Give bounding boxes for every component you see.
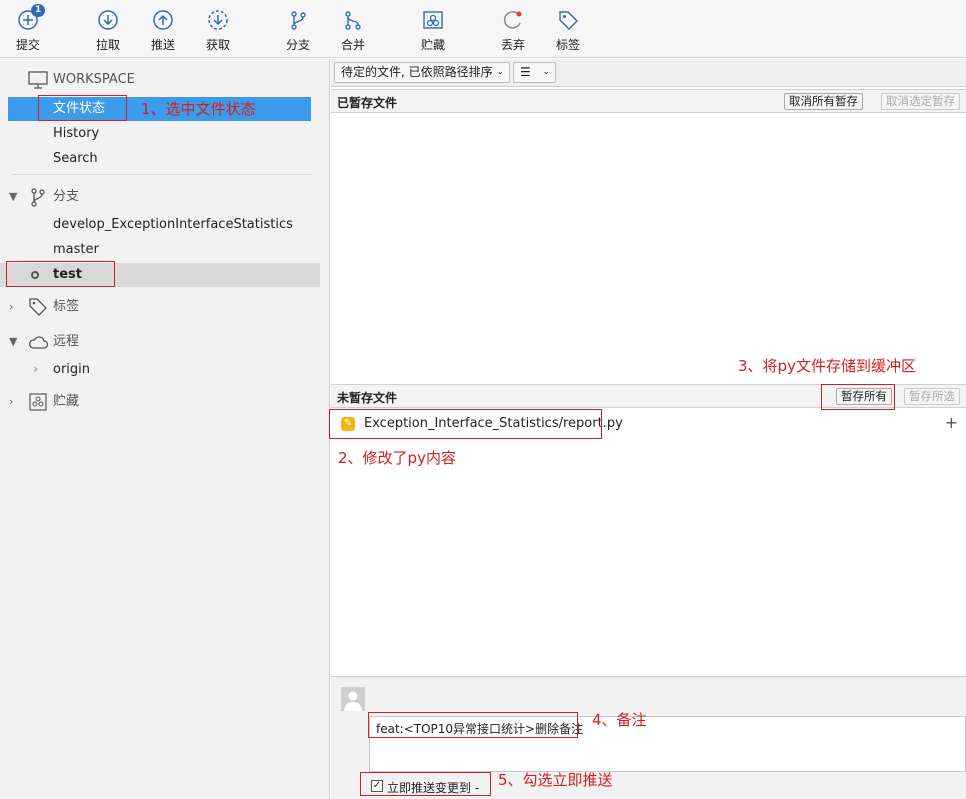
unstaged-title: 未暂存文件 [337,391,398,405]
merge-label: 合并 [340,38,365,52]
remote-name: origin [53,362,91,377]
fetch-label: 获取 [205,38,230,52]
merge-button[interactable]: 合并 [329,6,377,53]
search-label: Search [53,151,98,166]
filter-bar: 待定的文件, 已依照路径排序 ⌄ ☰ ⌄ [331,59,966,87]
workspace-label: WORKSPACE [53,72,135,87]
chevron-down-icon: ▼ [9,335,18,348]
chevron-down-icon: ⌄ [542,67,550,77]
sidebar-item-search[interactable]: Search [0,147,320,171]
unstage-selected-button[interactable]: 取消选定暂存 [881,93,960,110]
pull-button[interactable]: 拉取 [84,6,132,53]
monitor-icon [28,71,48,89]
annotation-box-message [368,712,578,738]
chevron-down-icon: ⌄ [496,67,504,77]
annotation-2: 2、修改了py内容 [338,449,456,467]
commit-count-badge: 1 [31,4,46,17]
staged-header: 已暂存文件 取消所有暂存 取消选定暂存 [331,89,966,113]
sidebar: WORKSPACE 文件状态 History Search ▼ 分支 devel… [0,59,330,799]
unstage-all-button[interactable]: 取消所有暂存 [784,93,863,110]
branches-header[interactable]: ▼ 分支 [0,185,320,209]
stash-button[interactable]: 贮藏 [409,6,457,53]
tags-label: 标签 [53,299,80,314]
sidebar-divider [12,174,312,175]
branch-label: 分支 [285,38,310,52]
branch-button[interactable]: 分支 [274,6,322,53]
sidebar-item-remote[interactable]: › origin [0,358,320,382]
sidebar-item-branch[interactable]: develop_ExceptionInterfaceStatistics [0,213,320,237]
staged-title: 已暂存文件 [337,96,398,110]
avatar [341,687,365,711]
stage-selected-button[interactable]: 暂存所选 [904,388,960,405]
annotation-box-file-status [38,95,127,121]
remotes-label: 远程 [53,334,80,349]
stash-icon [29,393,47,411]
push-icon [153,10,173,30]
fetch-button[interactable]: 获取 [194,6,242,53]
history-label: History [53,126,100,141]
sort-dropdown[interactable]: 待定的文件, 已依照路径排序 ⌄ [334,62,510,83]
commit-button[interactable]: 1 提交 [4,4,52,53]
annotation-1: 1、选中文件状态 [141,100,256,118]
stashes-header[interactable]: › 贮藏 [0,390,320,414]
stage-file-plus-icon[interactable]: + [945,413,958,432]
user-icon [344,691,362,711]
annotation-box-file [329,409,602,439]
discard-icon [503,11,522,29]
annotation-box-push [360,772,491,796]
tag-icon [559,11,578,30]
stash-icon [423,11,443,29]
annotation-5: 5、勾选立即推送 [498,771,613,789]
chevron-right-icon: › [9,300,14,313]
pull-label: 拉取 [95,38,120,52]
tag-icon [29,298,47,316]
tag-button[interactable]: 标签 [544,6,592,53]
stash-label: 贮藏 [420,38,445,52]
branch-icon [291,11,306,30]
push-button[interactable]: 推送 [139,6,187,53]
sidebar-item-history[interactable]: History [0,122,320,146]
sidebar-item-branch[interactable]: master [0,238,320,262]
toolbar: 1 提交 拉取 推送 获取 分支 合并 贮藏 丢弃 标签 [0,0,966,58]
discard-button[interactable]: 丢弃 [489,6,537,53]
stashes-label: 贮藏 [53,394,80,409]
annotation-box-branch [6,261,115,287]
tag-label: 标签 [555,38,580,52]
branch-icon [31,188,45,207]
annotation-3: 3、将py文件存储到缓冲区 [738,357,916,375]
sort-label: 待定的文件, 已依照路径排序 [341,65,493,79]
annotation-4: 4、备注 [592,711,647,729]
push-label: 推送 [150,38,175,52]
list-icon: ☰ [520,65,531,79]
branch-name: master [53,242,99,257]
merge-icon [345,11,361,30]
branches-label: 分支 [53,189,80,204]
remotes-header[interactable]: ▼ 远程 [0,330,320,354]
workspace-header: WORKSPACE [0,68,320,92]
tags-header[interactable]: › 标签 [0,295,320,319]
staged-file-list [331,114,966,382]
commit-label: 提交 [15,38,40,52]
branch-name: develop_ExceptionInterfaceStatistics [53,217,293,232]
pull-icon [98,10,118,30]
annotation-box-stage-all [821,384,895,410]
chevron-right-icon: › [9,395,14,408]
chevron-down-icon: ▼ [9,190,18,203]
discard-label: 丢弃 [500,38,525,52]
fetch-icon [208,10,228,30]
view-mode-dropdown[interactable]: ☰ ⌄ [513,62,556,83]
chevron-right-icon: › [33,362,39,377]
cloud-icon [29,336,48,349]
